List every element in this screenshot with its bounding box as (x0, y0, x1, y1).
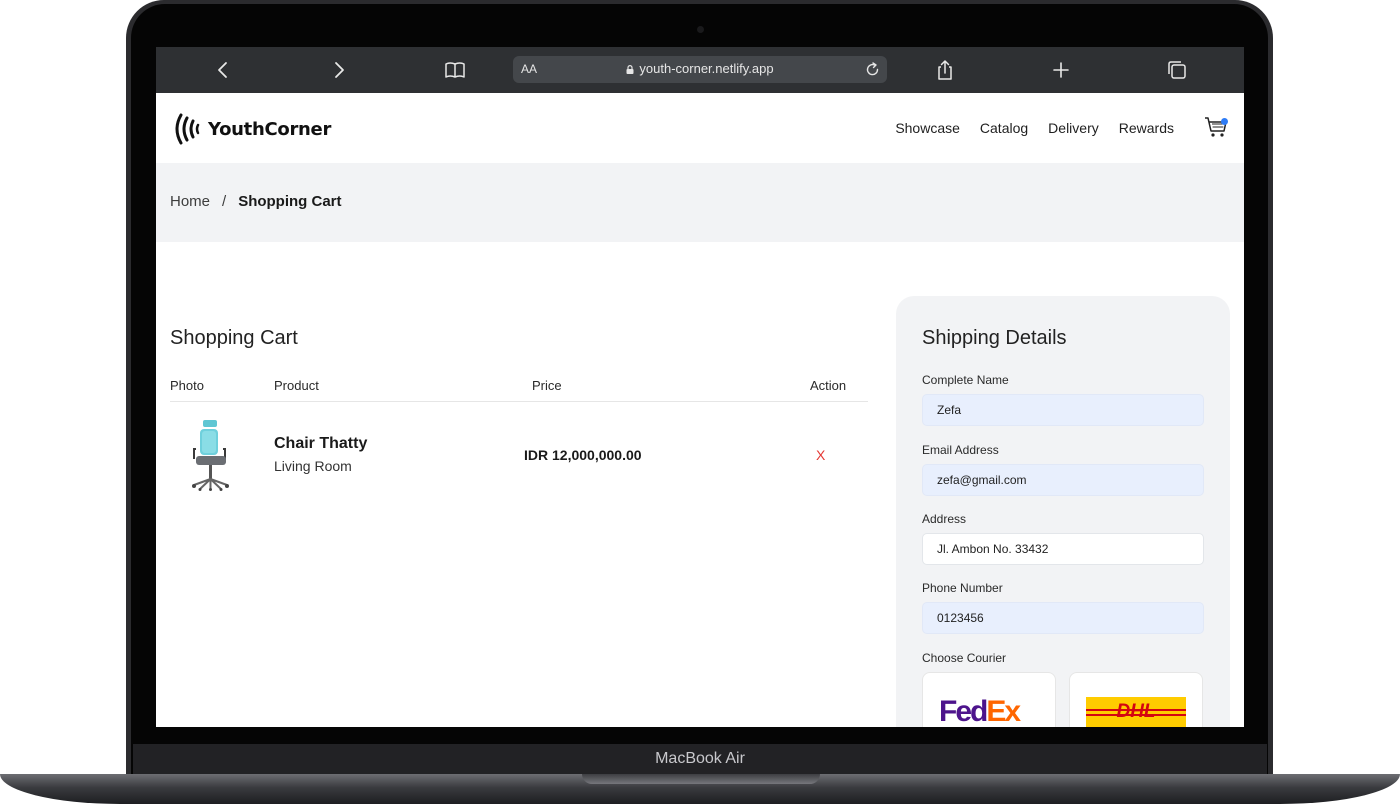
fedex-logo-fed: Fed (939, 695, 988, 727)
url-label: youth-corner.netlify.app (639, 61, 774, 76)
fedex-logo-ex: Ex (986, 695, 1021, 727)
name-label: Complete Name (922, 373, 1009, 387)
courier-label: Choose Courier (922, 651, 1007, 665)
address-bar[interactable]: AA youth-corner.netlify.app (513, 56, 887, 83)
shipping-panel: Shipping Details Complete Name Zefa Emai… (896, 296, 1230, 727)
cart-row: Chair Thatty Living Room IDR 12,000,000.… (170, 417, 868, 497)
camera (697, 26, 704, 33)
nav-showcase[interactable]: Showcase (895, 120, 960, 136)
product-name[interactable]: Chair Thatty (274, 435, 367, 453)
tabs-icon[interactable] (1166, 59, 1188, 81)
product-photo (192, 420, 229, 491)
forward-icon[interactable] (328, 59, 350, 81)
main-nav: Showcase Catalog Delivery Rewards (895, 120, 1174, 136)
nav-rewards[interactable]: Rewards (1119, 120, 1174, 136)
cart-badge (1221, 118, 1228, 125)
column-photo: Photo (170, 378, 204, 393)
courier-fedex[interactable]: FedEx (922, 672, 1056, 727)
share-icon[interactable] (934, 59, 956, 81)
cart-table-header: Photo Product Price Action (170, 378, 868, 402)
url-text: youth-corner.netlify.app (513, 61, 887, 76)
brand-name: YouthCorner (208, 118, 332, 140)
laptop-notch (582, 774, 820, 784)
courier-dhl[interactable]: DHL (1069, 672, 1203, 727)
brand-mark-icon (175, 113, 200, 145)
address-field[interactable]: Jl. Ambon No. 33432 (922, 533, 1204, 565)
breadcrumb-separator: / (222, 193, 227, 210)
fedex-logo: FedEx (939, 695, 1021, 727)
column-price: Price (532, 378, 562, 393)
breadcrumb-bar: Home / Shopping Cart (156, 163, 1244, 242)
brand-logo[interactable]: YouthCorner (172, 113, 331, 145)
dhl-logo: DHL (1086, 697, 1186, 727)
bookmarks-icon[interactable] (444, 59, 466, 81)
column-product: Product (274, 378, 319, 393)
breadcrumb-current: Shopping Cart (238, 193, 342, 210)
remove-item-button[interactable]: X (816, 447, 825, 463)
browser-toolbar: AA youth-corner.netlify.app (156, 47, 1244, 93)
phone-field[interactable]: 0123456 (922, 602, 1204, 634)
product-price: IDR 12,000,000.00 (524, 447, 642, 463)
breadcrumb: Home / Shopping Cart (170, 193, 342, 210)
breadcrumb-home[interactable]: Home (170, 193, 210, 210)
lock-icon (626, 65, 634, 74)
device-label: MacBook Air (655, 750, 745, 767)
address-label: Address (922, 512, 967, 526)
column-action: Action (810, 378, 847, 393)
email-label: Email Address (922, 443, 999, 457)
reload-icon[interactable] (864, 61, 881, 78)
back-icon[interactable] (212, 59, 234, 81)
site-header: YouthCorner Showcase Catalog Delivery Re… (156, 93, 1244, 163)
browser-screen: AA youth-corner.netlify.app YouthCorner (156, 47, 1244, 727)
nav-delivery[interactable]: Delivery (1048, 120, 1099, 136)
email-field[interactable]: zefa@gmail.com (922, 464, 1204, 496)
name-field[interactable]: Zefa (922, 394, 1204, 426)
dhl-logo-text: DHL (1116, 701, 1155, 722)
shipping-title: Shipping Details (922, 327, 1067, 349)
cart-title: Shopping Cart (170, 327, 298, 349)
product-category: Living Room (274, 458, 352, 474)
nav-catalog[interactable]: Catalog (980, 120, 1028, 136)
phone-label: Phone Number (922, 581, 1003, 595)
new-tab-icon[interactable] (1050, 59, 1072, 81)
